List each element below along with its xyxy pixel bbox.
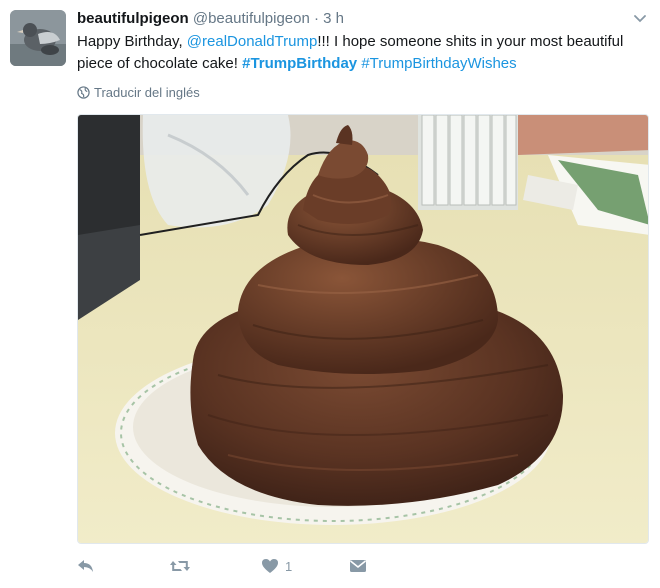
- tweet-header: beautifulpigeon @beautifulpigeon · 3 h: [77, 9, 344, 29]
- tweet-text-intro: Happy Birthday,: [77, 33, 187, 50]
- tweet-text: Happy Birthday, @realDonaldTrump!!! I ho…: [77, 31, 637, 75]
- retweet-icon: [170, 561, 190, 571]
- translate-label: Traducir del inglés: [94, 85, 200, 100]
- avatar[interactable]: [10, 10, 66, 66]
- heart-icon: [262, 559, 278, 573]
- chevron-down-icon[interactable]: [632, 10, 648, 26]
- mention-link[interactable]: @realDonaldTrump: [187, 33, 318, 50]
- reply-button[interactable]: [77, 558, 95, 574]
- tweet-photo[interactable]: [77, 114, 649, 544]
- reply-icon: [78, 560, 93, 572]
- chocolate-cake-photo: [78, 115, 648, 543]
- hashtag-trumpbirthdaywishes[interactable]: #TrumpBirthdayWishes: [361, 55, 516, 72]
- user-handle[interactable]: @beautifulpigeon: [193, 10, 310, 27]
- pigeon-avatar-image: [10, 10, 66, 66]
- globe-icon: [77, 86, 90, 99]
- display-name[interactable]: beautifulpigeon: [77, 10, 189, 27]
- like-count: 1: [285, 558, 293, 574]
- envelope-icon: [350, 560, 366, 572]
- tweet-actions: 1: [77, 558, 477, 582]
- separator: ·: [314, 10, 319, 27]
- translate-link[interactable]: Traducir del inglés: [77, 85, 200, 100]
- retweet-button[interactable]: [169, 558, 191, 574]
- like-button[interactable]: 1: [261, 558, 292, 574]
- timestamp[interactable]: 3 h: [323, 10, 344, 27]
- hashtag-trumpbirthday[interactable]: #TrumpBirthday: [242, 55, 357, 72]
- direct-message-button[interactable]: [349, 558, 367, 574]
